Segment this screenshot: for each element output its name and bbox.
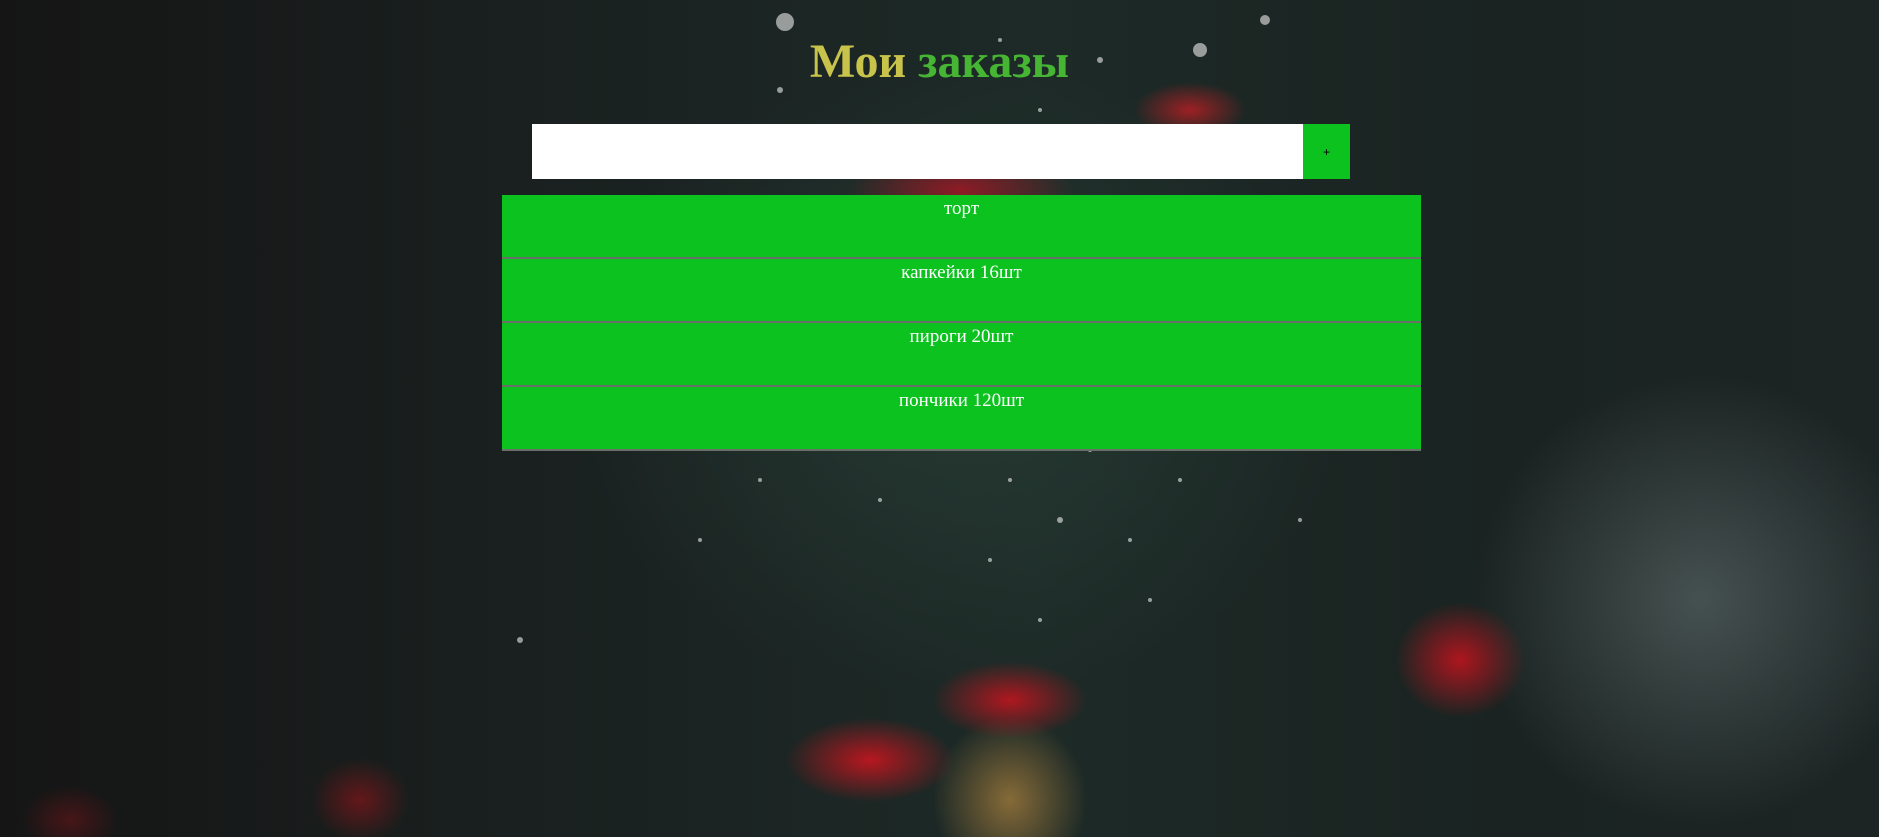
page-title: Мои заказы	[0, 32, 1879, 92]
order-list: торт капкейки 16шт пироги 20шт пончики 1…	[502, 195, 1421, 451]
page-title-word-1: Мои	[809, 35, 907, 88]
order-item[interactable]: пироги 20шт	[502, 323, 1421, 387]
order-item[interactable]: пончики 120шт	[502, 387, 1421, 451]
order-item[interactable]: капкейки 16шт	[502, 259, 1421, 323]
order-item[interactable]: торт	[502, 195, 1421, 259]
page-title-word-2: заказы	[918, 35, 1070, 88]
add-order-button[interactable]: +	[1303, 124, 1350, 179]
order-input[interactable]	[532, 124, 1303, 179]
add-order-form: +	[532, 124, 1350, 179]
